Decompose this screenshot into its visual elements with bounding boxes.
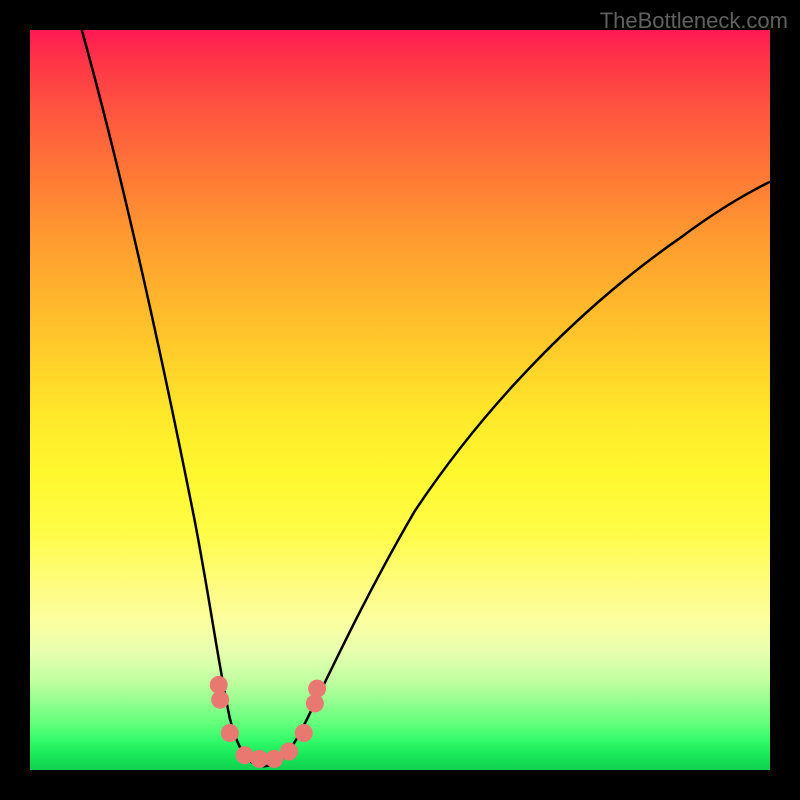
marker-dot — [280, 743, 298, 761]
marker-dot — [211, 691, 229, 709]
marker-dot — [295, 724, 313, 742]
chart-container — [30, 30, 770, 770]
curve-markers — [210, 676, 326, 768]
chart-svg — [30, 30, 770, 770]
marker-dot — [221, 724, 239, 742]
marker-dot — [308, 680, 326, 698]
watermark-text: TheBottleneck.com — [600, 8, 788, 34]
curve-line — [82, 30, 770, 766]
